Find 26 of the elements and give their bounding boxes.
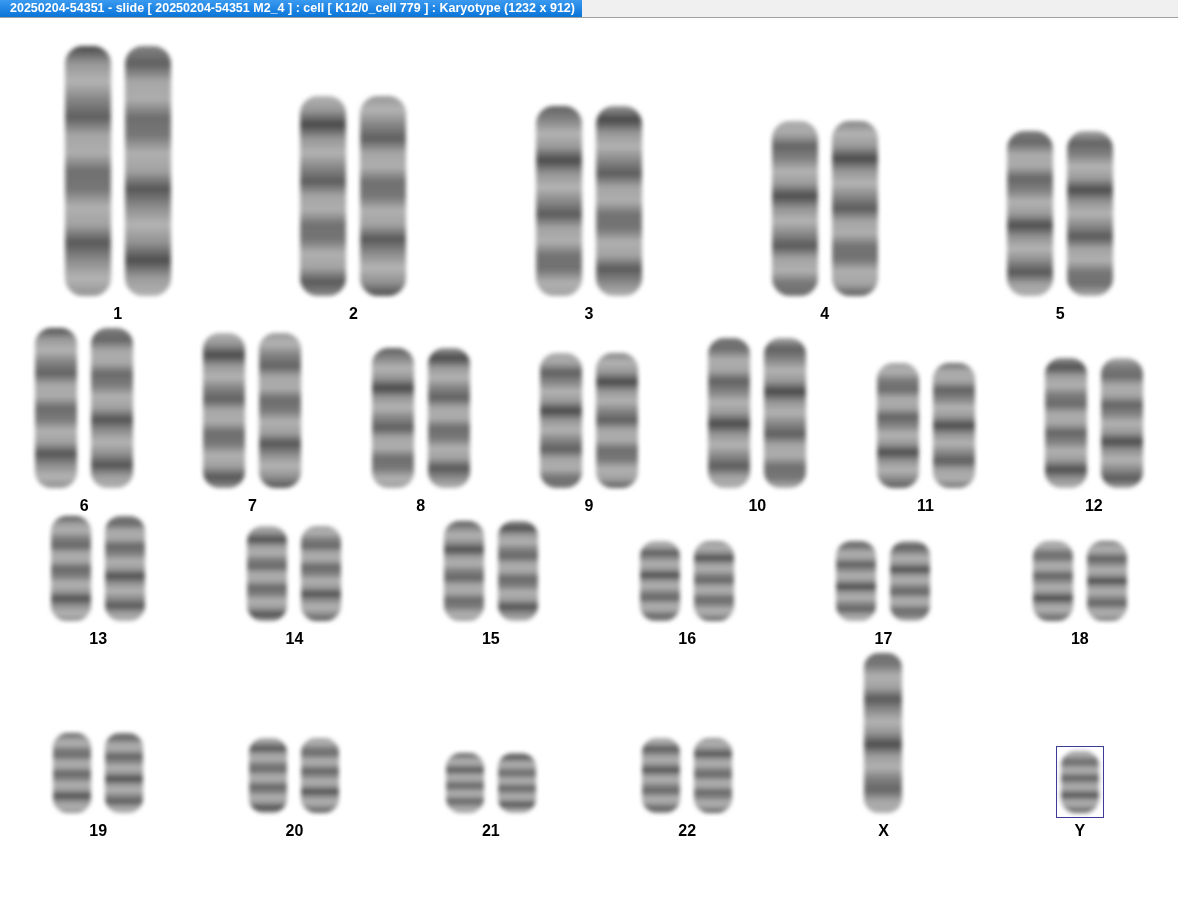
chromosome-label: 9 xyxy=(584,497,594,515)
chromosome-label: 5 xyxy=(1055,305,1065,323)
chromosome-label: 18 xyxy=(1070,630,1089,648)
chromosome-label: 7 xyxy=(247,497,257,515)
chromosome-label: 8 xyxy=(416,497,426,515)
chromosome-label: X xyxy=(878,822,889,840)
chromosome-label: 13 xyxy=(89,630,108,648)
chromosome-label: 10 xyxy=(748,497,767,515)
chromosome-label: 3 xyxy=(584,305,594,323)
chromosome-label: 2 xyxy=(348,305,358,323)
chromosome-drawing[interactable] xyxy=(1055,746,1104,818)
chromosome-label: 12 xyxy=(1084,497,1103,515)
chromosome-label: Y xyxy=(1074,822,1086,840)
chromosome-label: 11 xyxy=(917,497,934,515)
chromosome-label: 14 xyxy=(285,630,304,648)
chromosome-label: 17 xyxy=(874,630,893,648)
chromosome-label: 4 xyxy=(820,305,830,323)
window-title: 20250204-54351 - slide [ 20250204-54351 M2_4 ] : cell [ K12/0_cell 779 ] : Karyotype (1232 x 912) xyxy=(0,0,582,17)
chromosome-label: 22 xyxy=(678,822,697,840)
chromosome-label: 20 xyxy=(285,822,304,840)
chromosome-label: 15 xyxy=(481,630,500,648)
chromosome-label: 6 xyxy=(79,497,89,515)
chromosome-label: 19 xyxy=(89,822,108,840)
chromosome-label: 21 xyxy=(481,822,500,840)
chromosome-label: 1 xyxy=(113,305,123,323)
chromosome-label: 16 xyxy=(678,630,697,648)
